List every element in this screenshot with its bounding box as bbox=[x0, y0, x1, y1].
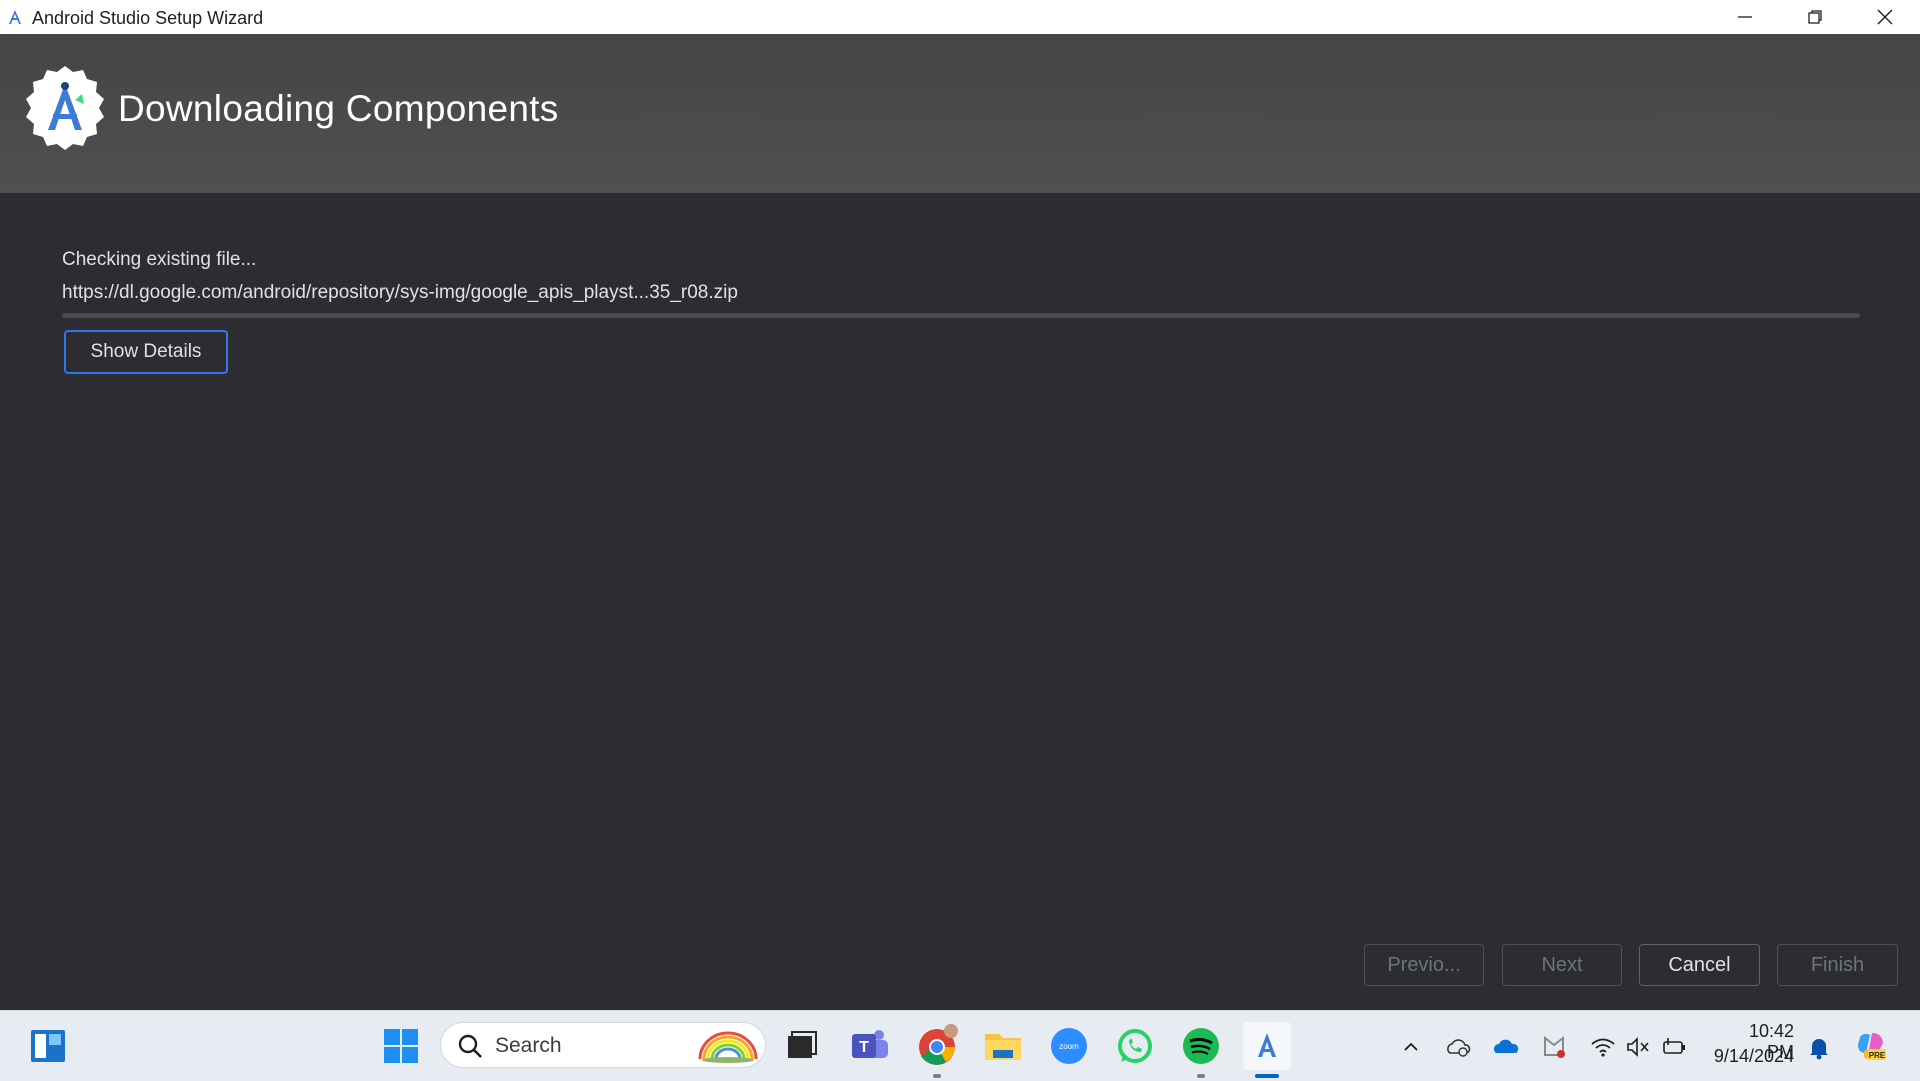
wifi-button[interactable] bbox=[1589, 1033, 1617, 1061]
spotify-running-indicator bbox=[1197, 1074, 1205, 1078]
android-studio-icon bbox=[6, 8, 24, 26]
zoom-icon: zoom bbox=[1051, 1028, 1087, 1064]
spotify-icon bbox=[1183, 1028, 1219, 1064]
show-hidden-icons-button[interactable] bbox=[1397, 1033, 1425, 1061]
finish-button[interactable]: Finish bbox=[1777, 944, 1898, 986]
previous-button[interactable]: Previo... bbox=[1364, 944, 1484, 986]
battery-icon bbox=[1663, 1038, 1685, 1054]
teams-icon: T bbox=[852, 1030, 888, 1058]
android-studio-icon bbox=[1258, 1033, 1276, 1057]
search-placeholder: Search bbox=[495, 1034, 562, 1057]
download-url: https://dl.google.com/android/repository… bbox=[62, 282, 738, 303]
close-icon bbox=[1877, 9, 1893, 25]
android-studio-taskbar-button[interactable] bbox=[1243, 1022, 1291, 1070]
minimize-button[interactable] bbox=[1710, 0, 1780, 34]
search-icon bbox=[458, 1034, 482, 1058]
onedrive-sync-icon bbox=[1447, 1039, 1471, 1057]
next-button[interactable]: Next bbox=[1502, 944, 1622, 986]
android-studio-active-indicator bbox=[1255, 1074, 1279, 1078]
clock-date[interactable]: 9/14/2024 bbox=[1704, 1046, 1794, 1067]
bell-icon bbox=[1810, 1039, 1828, 1060]
download-progress-bar bbox=[62, 313, 1860, 318]
security-button[interactable] bbox=[1540, 1033, 1568, 1061]
start-button[interactable] bbox=[377, 1022, 425, 1070]
taskbar: Search T zoom 10:42 PM 9/14/2024 PRE bbox=[0, 1010, 1920, 1081]
whatsapp-icon bbox=[1118, 1029, 1152, 1063]
zoom-button[interactable]: zoom bbox=[1045, 1022, 1093, 1070]
security-icon bbox=[1544, 1035, 1565, 1058]
download-status: Checking existing file... bbox=[62, 249, 257, 270]
copilot-button[interactable]: PRE bbox=[1854, 1029, 1888, 1063]
svg-text:T: T bbox=[859, 1039, 869, 1056]
window-title: Android Studio Setup Wizard bbox=[32, 8, 264, 28]
restore-button[interactable] bbox=[1780, 0, 1850, 34]
restore-icon bbox=[1808, 10, 1822, 24]
widgets-button[interactable] bbox=[24, 1022, 72, 1070]
task-view-icon bbox=[788, 1031, 817, 1058]
spotify-button[interactable] bbox=[1177, 1022, 1225, 1070]
notifications-button[interactable] bbox=[1805, 1033, 1833, 1061]
chevron-up-icon bbox=[1404, 1042, 1418, 1051]
volume-muted-icon bbox=[1627, 1037, 1649, 1057]
file-explorer-icon bbox=[985, 1034, 1021, 1060]
task-view-button[interactable] bbox=[778, 1022, 826, 1070]
copilot-icon: PRE bbox=[1858, 1033, 1886, 1060]
widgets-icon bbox=[31, 1030, 65, 1062]
page-title: Downloading Components bbox=[118, 88, 559, 129]
chrome-running-indicator bbox=[933, 1074, 941, 1078]
show-details-button[interactable]: Show Details bbox=[64, 330, 228, 374]
whatsapp-button[interactable] bbox=[1111, 1022, 1159, 1070]
teams-button[interactable]: T bbox=[846, 1022, 894, 1070]
rainbow-icon bbox=[698, 1031, 758, 1063]
close-button[interactable] bbox=[1850, 0, 1920, 34]
volume-button[interactable] bbox=[1624, 1033, 1652, 1061]
wizard-header: Downloading Components bbox=[0, 34, 1920, 193]
battery-button[interactable] bbox=[1660, 1033, 1688, 1061]
wifi-icon bbox=[1591, 1038, 1615, 1057]
android-studio-logo bbox=[20, 64, 110, 154]
onedrive-button[interactable] bbox=[1492, 1033, 1520, 1061]
minimize-icon bbox=[1738, 16, 1752, 18]
window-title-bar: Android Studio Setup Wizard bbox=[0, 0, 1920, 34]
cancel-button[interactable]: Cancel bbox=[1639, 944, 1760, 986]
svg-text:PRE: PRE bbox=[1869, 1051, 1886, 1060]
file-explorer-button[interactable] bbox=[979, 1022, 1027, 1070]
start-icon bbox=[384, 1029, 418, 1063]
taskbar-search[interactable]: Search bbox=[440, 1022, 766, 1068]
chrome-button[interactable] bbox=[913, 1022, 961, 1070]
onedrive-sync-button[interactable] bbox=[1444, 1033, 1472, 1061]
onedrive-icon bbox=[1494, 1039, 1519, 1053]
chrome-icon bbox=[919, 1024, 958, 1065]
svg-text:zoom: zoom bbox=[1059, 1042, 1079, 1051]
